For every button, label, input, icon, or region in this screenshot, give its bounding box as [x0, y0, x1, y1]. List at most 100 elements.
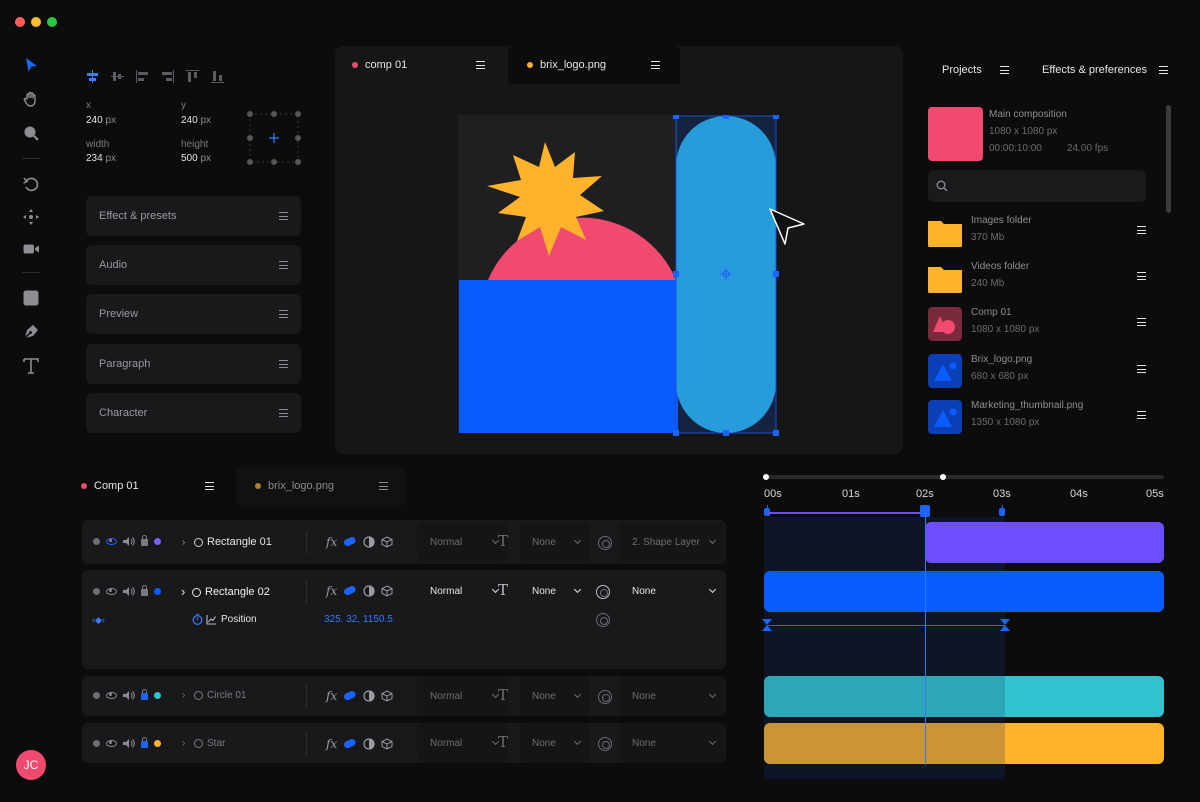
3d-cube-icon[interactable]	[381, 690, 393, 702]
fx-icon[interactable]: fx	[326, 737, 337, 751]
tab-effects-preferences[interactable]: Effects & preferences	[1042, 51, 1168, 89]
minimize-window-button[interactable]	[31, 17, 41, 27]
graph-icon[interactable]	[206, 614, 217, 625]
panel-effect-presets[interactable]: Effect & presets	[86, 196, 301, 236]
tab-layers-brix-logo[interactable]: brix_logo.png	[255, 467, 390, 505]
align-top-icon[interactable]	[186, 70, 199, 83]
motion-blur-icon[interactable]	[343, 585, 357, 597]
3d-cube-icon[interactable]	[381, 738, 393, 750]
property-value-position[interactable]: 325. 32, 1150.5	[324, 614, 393, 625]
layer-name-rectangle-01[interactable]: Rectangle 01	[194, 536, 272, 548]
layer-name-star[interactable]: Star	[194, 738, 225, 749]
playhead-line[interactable]	[925, 513, 926, 765]
eye-icon[interactable]	[106, 587, 117, 595]
work-area-end-handle[interactable]	[940, 474, 946, 480]
text-icon[interactable]	[20, 355, 42, 377]
tab-comp-01[interactable]: comp 01	[352, 46, 497, 84]
layer-bar-rectangle-02[interactable]	[764, 571, 1164, 612]
anchor-point-grid[interactable]	[246, 110, 302, 166]
panel-preview[interactable]: Preview	[86, 294, 301, 334]
adjustment-icon[interactable]	[363, 738, 375, 750]
parent-select[interactable]: 2. Shape Layer	[619, 522, 725, 562]
keyframe-nav-icon[interactable]: ‹◆›	[92, 615, 105, 626]
lock-icon[interactable]	[141, 689, 148, 700]
lock-icon[interactable]	[141, 737, 148, 748]
parent-select[interactable]: None	[619, 723, 725, 763]
track-matte-select[interactable]: None	[519, 571, 590, 611]
timeline-end-marker[interactable]	[999, 508, 1005, 516]
menu-icon[interactable]	[1137, 272, 1146, 280]
menu-icon[interactable]	[1137, 226, 1146, 234]
track-matte-select[interactable]: None	[519, 522, 590, 562]
lock-icon[interactable]	[141, 535, 148, 546]
fx-icon[interactable]: fx	[326, 689, 337, 703]
menu-icon[interactable]	[1137, 411, 1146, 419]
eye-icon[interactable]	[106, 537, 117, 545]
tab-projects[interactable]: Projects	[942, 51, 1009, 89]
project-search-input[interactable]	[928, 170, 1146, 202]
menu-icon[interactable]	[1137, 318, 1146, 326]
adjustment-icon[interactable]	[363, 536, 375, 548]
camera-icon[interactable]	[20, 238, 42, 260]
speaker-icon[interactable]	[123, 690, 135, 700]
work-area-start-handle[interactable]	[763, 474, 769, 480]
solo-dot-icon[interactable]	[93, 739, 100, 747]
project-item-marketing-thumbnail[interactable]: Marketing_thumbnail.png 1350 x 1080 px	[928, 398, 1153, 438]
keyframe-end-icon[interactable]	[1000, 619, 1010, 631]
lock-icon[interactable]	[141, 585, 148, 596]
property-pickwhip-icon[interactable]	[596, 613, 610, 627]
motion-blur-icon[interactable]	[343, 536, 357, 548]
layer-name-circle-01[interactable]: Circle 01	[194, 690, 246, 701]
menu-icon[interactable]	[1158, 66, 1168, 74]
y-value[interactable]: 240 px	[181, 115, 211, 126]
align-bottom-icon[interactable]	[211, 70, 224, 83]
select-arrow-icon[interactable]	[20, 54, 42, 76]
eye-icon[interactable]	[106, 691, 117, 699]
projects-scrollbar[interactable]	[1166, 105, 1171, 213]
layer-name-rectangle-02[interactable]: Rectangle 02	[192, 586, 270, 598]
track-matte-select[interactable]: None	[519, 676, 590, 716]
fx-icon[interactable]: fx	[326, 584, 337, 598]
project-item-comp-01[interactable]: Comp 01 1080 x 1080 px	[928, 305, 1153, 345]
width-value[interactable]: 234 px	[86, 153, 116, 164]
expand-chevron-icon[interactable]: ›	[182, 690, 185, 701]
motion-blur-icon[interactable]	[343, 690, 357, 702]
tab-brix-logo[interactable]: brix_logo.png	[527, 46, 672, 84]
align-right-icon[interactable]	[161, 70, 174, 83]
align-center-horizontal-icon[interactable]	[111, 70, 124, 83]
zoom-icon[interactable]	[20, 122, 42, 144]
project-item-images-folder[interactable]: Images folder 370 Mb	[928, 213, 1153, 253]
align-left-icon[interactable]	[136, 70, 149, 83]
menu-icon[interactable]	[379, 482, 388, 490]
project-item-brix-logo[interactable]: Brix_logo.png 680 x 680 px	[928, 352, 1153, 392]
3d-cube-icon[interactable]	[381, 585, 393, 597]
track-matte-select[interactable]: None	[519, 723, 590, 763]
adjustment-icon[interactable]	[363, 690, 375, 702]
expand-chevron-icon[interactable]: ›	[181, 584, 185, 599]
eye-icon[interactable]	[106, 739, 117, 747]
blend-mode-select[interactable]: Normal	[417, 676, 508, 716]
keyframe-start-icon[interactable]	[762, 619, 772, 631]
undo-icon[interactable]	[20, 173, 42, 195]
solo-dot-icon[interactable]	[93, 587, 100, 595]
parent-pickwhip-icon[interactable]	[596, 585, 610, 599]
maximize-window-button[interactable]	[47, 17, 57, 27]
menu-icon[interactable]	[651, 61, 660, 69]
parent-select[interactable]: None	[619, 676, 725, 716]
parent-pickwhip-icon[interactable]	[598, 690, 612, 704]
main-composition-thumbnail[interactable]	[928, 107, 983, 161]
stopwatch-icon[interactable]	[192, 614, 203, 625]
speaker-icon[interactable]	[123, 738, 135, 748]
panel-audio[interactable]: Audio	[86, 245, 301, 285]
tab-layers-comp-01[interactable]: Comp 01	[81, 467, 216, 505]
speaker-icon[interactable]	[123, 586, 135, 596]
pen-icon[interactable]	[20, 321, 42, 343]
menu-icon[interactable]	[1137, 365, 1146, 373]
fx-icon[interactable]: fx	[326, 535, 337, 549]
adjustment-icon[interactable]	[363, 585, 375, 597]
align-center-vertical-icon[interactable]	[86, 70, 99, 83]
x-value[interactable]: 240 px	[86, 115, 116, 126]
panel-paragraph[interactable]: Paragraph	[86, 344, 301, 384]
solo-dot-icon[interactable]	[93, 537, 100, 545]
expand-chevron-icon[interactable]: ›	[182, 537, 185, 548]
